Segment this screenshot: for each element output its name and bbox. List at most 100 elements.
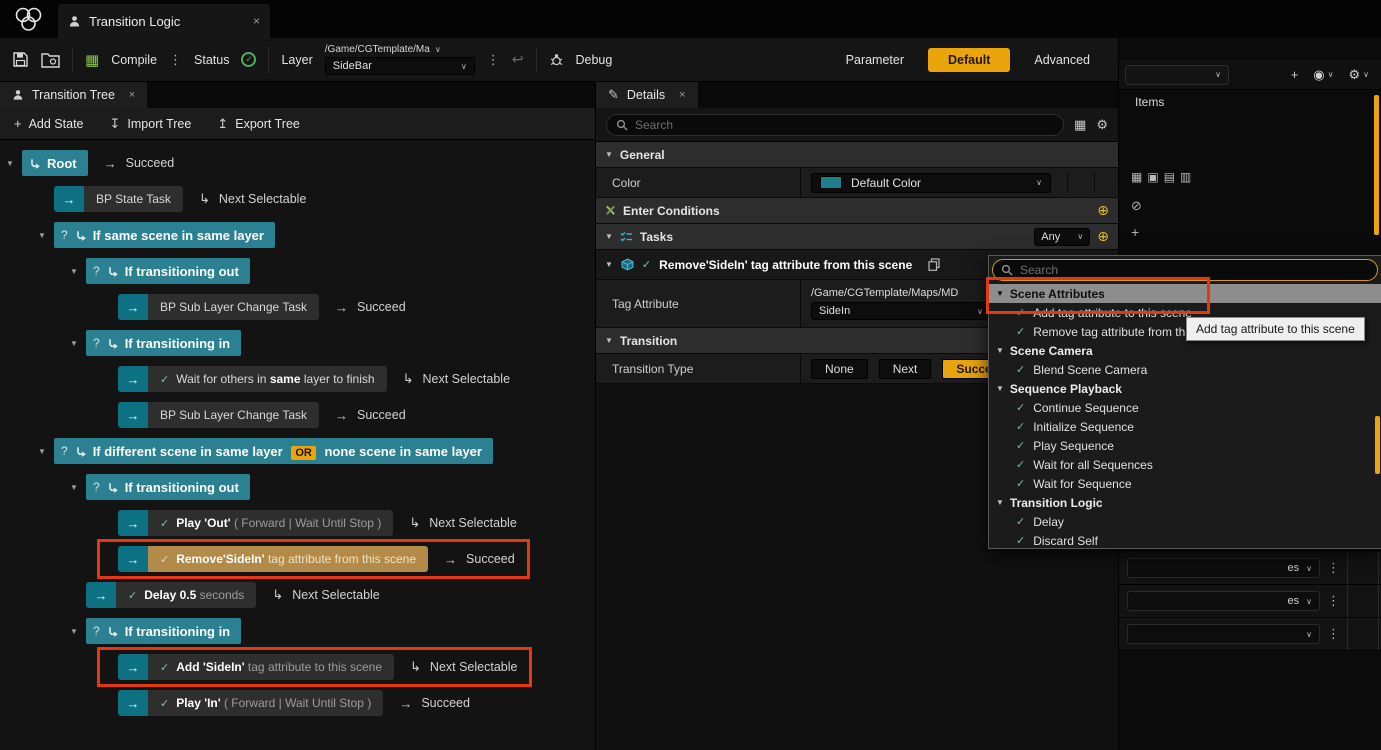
section-general[interactable]: ▼ General (596, 142, 1118, 168)
menu-item[interactable]: ✓Delay (989, 512, 1381, 531)
menu-searchbox[interactable] (992, 259, 1378, 281)
close-tab-icon[interactable]: × (253, 14, 260, 28)
undo-icon[interactable]: ↩ (512, 51, 524, 68)
condition-chip[interactable]: ?If different scene in same layer OR non… (54, 438, 493, 464)
menu-item[interactable]: ✓Continue Sequence (989, 398, 1381, 417)
details-search-input[interactable] (635, 118, 1054, 132)
layer-options-kebab-icon[interactable]: ⋮ (487, 52, 500, 68)
compile-icon[interactable]: ▦ (85, 51, 99, 69)
tree-task-row[interactable]: →✓Add 'SideIn' tag attribute to this sce… (102, 654, 595, 680)
tree-task-row[interactable]: →BP Sub Layer Change Task→Succeed (102, 294, 595, 320)
compile-options-kebab-icon[interactable]: ⋮ (169, 52, 182, 68)
menu-category[interactable]: ▼Sequence Playback (989, 379, 1381, 398)
collapse-caret-icon[interactable]: ▼ (70, 267, 86, 276)
collapse-caret-icon[interactable]: ▼ (38, 447, 54, 456)
task-chip[interactable]: →✓Delay 0.5 seconds (86, 582, 256, 608)
menu-item[interactable]: ✓Blend Scene Camera (989, 360, 1381, 379)
tag-attribute-dropdown[interactable]: SideIn ∨ (811, 302, 991, 320)
export-tree-button[interactable]: ↥ Export Tree (217, 116, 300, 132)
tree-condition-row[interactable]: ▼?If same scene in same layer (38, 222, 595, 248)
task-chip[interactable]: →BP Sub Layer Change Task (118, 294, 319, 320)
tab-transition-logic[interactable]: Transition Logic × (58, 4, 270, 38)
tree-task-row[interactable]: →✓Play 'Out' ( Forward | Wait Until Stop… (102, 510, 595, 536)
task-chip[interactable]: →✓Play 'In' ( Forward | Wait Until Stop … (118, 690, 383, 716)
menu-item[interactable]: ✓Wait for Sequence (989, 474, 1381, 493)
collapse-caret-icon[interactable]: ▼ (70, 483, 86, 492)
menu-search-input[interactable] (1020, 263, 1369, 277)
tab-transition-tree[interactable]: Transition Tree × (0, 82, 147, 108)
tree-condition-row[interactable]: ▼?If transitioning in (70, 330, 595, 356)
debug-icon[interactable] (549, 52, 564, 67)
tree-task-row[interactable]: →✓Delay 0.5 seconds↳Next Selectable (70, 582, 595, 608)
tree-task-row[interactable]: →BP State Task↳Next Selectable (38, 186, 595, 212)
menu-item[interactable]: ✓Play Sequence (989, 436, 1381, 455)
panel-icon[interactable]: ▥ (1180, 170, 1191, 184)
condition-chip[interactable]: ?If transitioning in (86, 330, 241, 356)
tree-task-row[interactable]: →BP Sub Layer Change Task→Succeed (102, 402, 595, 428)
collapse-caret-icon[interactable]: ▼ (70, 339, 86, 348)
task-chip[interactable]: →BP Sub Layer Change Task (118, 402, 319, 428)
tree-condition-row[interactable]: ▼?If different scene in same layer OR no… (38, 438, 595, 464)
table-view-icon[interactable]: ▦ (1074, 117, 1086, 133)
view-settings-gear-icon[interactable]: ⚙∨ (1348, 67, 1369, 83)
parameter-label[interactable]: Parameter (846, 53, 904, 67)
menu-category[interactable]: ▼Scene Attributes (989, 284, 1381, 303)
right-panel-row-dropdown[interactable]: es∨ (1127, 591, 1320, 611)
condition-chip[interactable]: ?If same scene in same layer (54, 222, 275, 248)
close-details-tab-icon[interactable]: × (679, 89, 685, 101)
section-tasks[interactable]: ▼ Tasks Any ∨ ⊕ (596, 224, 1118, 250)
transition-type-none-button[interactable]: None (811, 359, 868, 379)
details-searchbox[interactable] (606, 114, 1064, 136)
no-entry-icon[interactable]: ⊘ (1131, 198, 1142, 214)
tasks-mode-dropdown[interactable]: Any ∨ (1034, 228, 1090, 246)
menu-category[interactable]: ▼Scene Camera (989, 341, 1381, 360)
right-panel-scrollbar[interactable] (1374, 95, 1379, 235)
add-task-icon[interactable]: ⊕ (1097, 228, 1109, 245)
settings-gear-icon[interactable]: ⚙ (1096, 117, 1108, 133)
root-chip[interactable]: Root (22, 150, 88, 176)
menu-item[interactable]: ✓Initialize Sequence (989, 417, 1381, 436)
add-item-icon[interactable]: + (1131, 224, 1139, 240)
menu-category[interactable]: ▼Transition Logic (989, 493, 1381, 512)
task-chip[interactable]: →✓Wait for others in same layer to finis… (118, 366, 387, 392)
collapse-caret-icon[interactable]: ▼ (38, 231, 54, 240)
task-chip[interactable]: →✓Play 'Out' ( Forward | Wait Until Stop… (118, 510, 393, 536)
menu-scrollbar[interactable] (1375, 416, 1380, 474)
condition-chip[interactable]: ?If transitioning out (86, 474, 250, 500)
layer-dropdown[interactable]: SideBar ∨ (325, 57, 475, 75)
menu-item[interactable]: ✓Wait for all Sequences (989, 455, 1381, 474)
panel-icon[interactable]: ▦ (1131, 170, 1142, 184)
tree-condition-row[interactable]: ▼?If transitioning in (70, 618, 595, 644)
default-button[interactable]: Default (928, 48, 1010, 72)
copy-icon[interactable] (928, 258, 940, 271)
condition-chip[interactable]: ?If transitioning out (86, 258, 250, 284)
tree-condition-row[interactable]: ▼?If transitioning out (70, 474, 595, 500)
compile-button[interactable]: Compile (111, 53, 157, 67)
section-enter-conditions[interactable]: Enter Conditions ⊕ (596, 198, 1118, 224)
layer-path-dropdown[interactable]: /Game/CGTemplate/Ma ∨ (325, 44, 475, 55)
tree-task-row[interactable]: →✓Play 'In' ( Forward | Wait Until Stop … (102, 690, 595, 716)
condition-chip[interactable]: ?If transitioning in (86, 618, 241, 644)
panel-icon[interactable]: ▣ (1147, 170, 1158, 184)
task-chip[interactable]: →BP State Task (54, 186, 183, 212)
app-logo[interactable] (0, 0, 58, 38)
menu-item[interactable]: ✓Discard Self (989, 531, 1381, 549)
tree-task-row[interactable]: →✓Wait for others in same layer to finis… (102, 366, 595, 392)
task-chip[interactable]: →✓Add 'SideIn' tag attribute to this sce… (118, 654, 394, 680)
tree-task-row[interactable]: →✓Remove'SideIn' tag attribute from this… (102, 546, 595, 572)
right-panel-row-dropdown[interactable]: ∨ (1127, 624, 1320, 644)
snap-cross-icon[interactable]: + (1291, 67, 1299, 82)
transition-type-next-button[interactable]: Next (879, 359, 932, 379)
collapse-caret-icon[interactable]: ▼ (70, 627, 86, 636)
right-panel-row-dropdown[interactable]: es∨ (1127, 558, 1320, 578)
browse-content-icon[interactable] (41, 52, 60, 68)
tree-root-row[interactable]: ▼Root→Succeed (6, 150, 595, 176)
import-tree-button[interactable]: ↧ Import Tree (110, 116, 192, 132)
panel-icon[interactable]: ▤ (1164, 170, 1175, 184)
save-icon[interactable] (12, 51, 29, 68)
kebab-menu-icon[interactable]: ⋮ (1327, 626, 1340, 642)
debug-button[interactable]: Debug (576, 53, 613, 67)
collapse-caret-icon[interactable]: ▼ (6, 159, 22, 168)
task-chip[interactable]: →✓Remove'SideIn' tag attribute from this… (118, 546, 428, 572)
right-panel-dropdown[interactable]: ∨ (1125, 65, 1229, 85)
